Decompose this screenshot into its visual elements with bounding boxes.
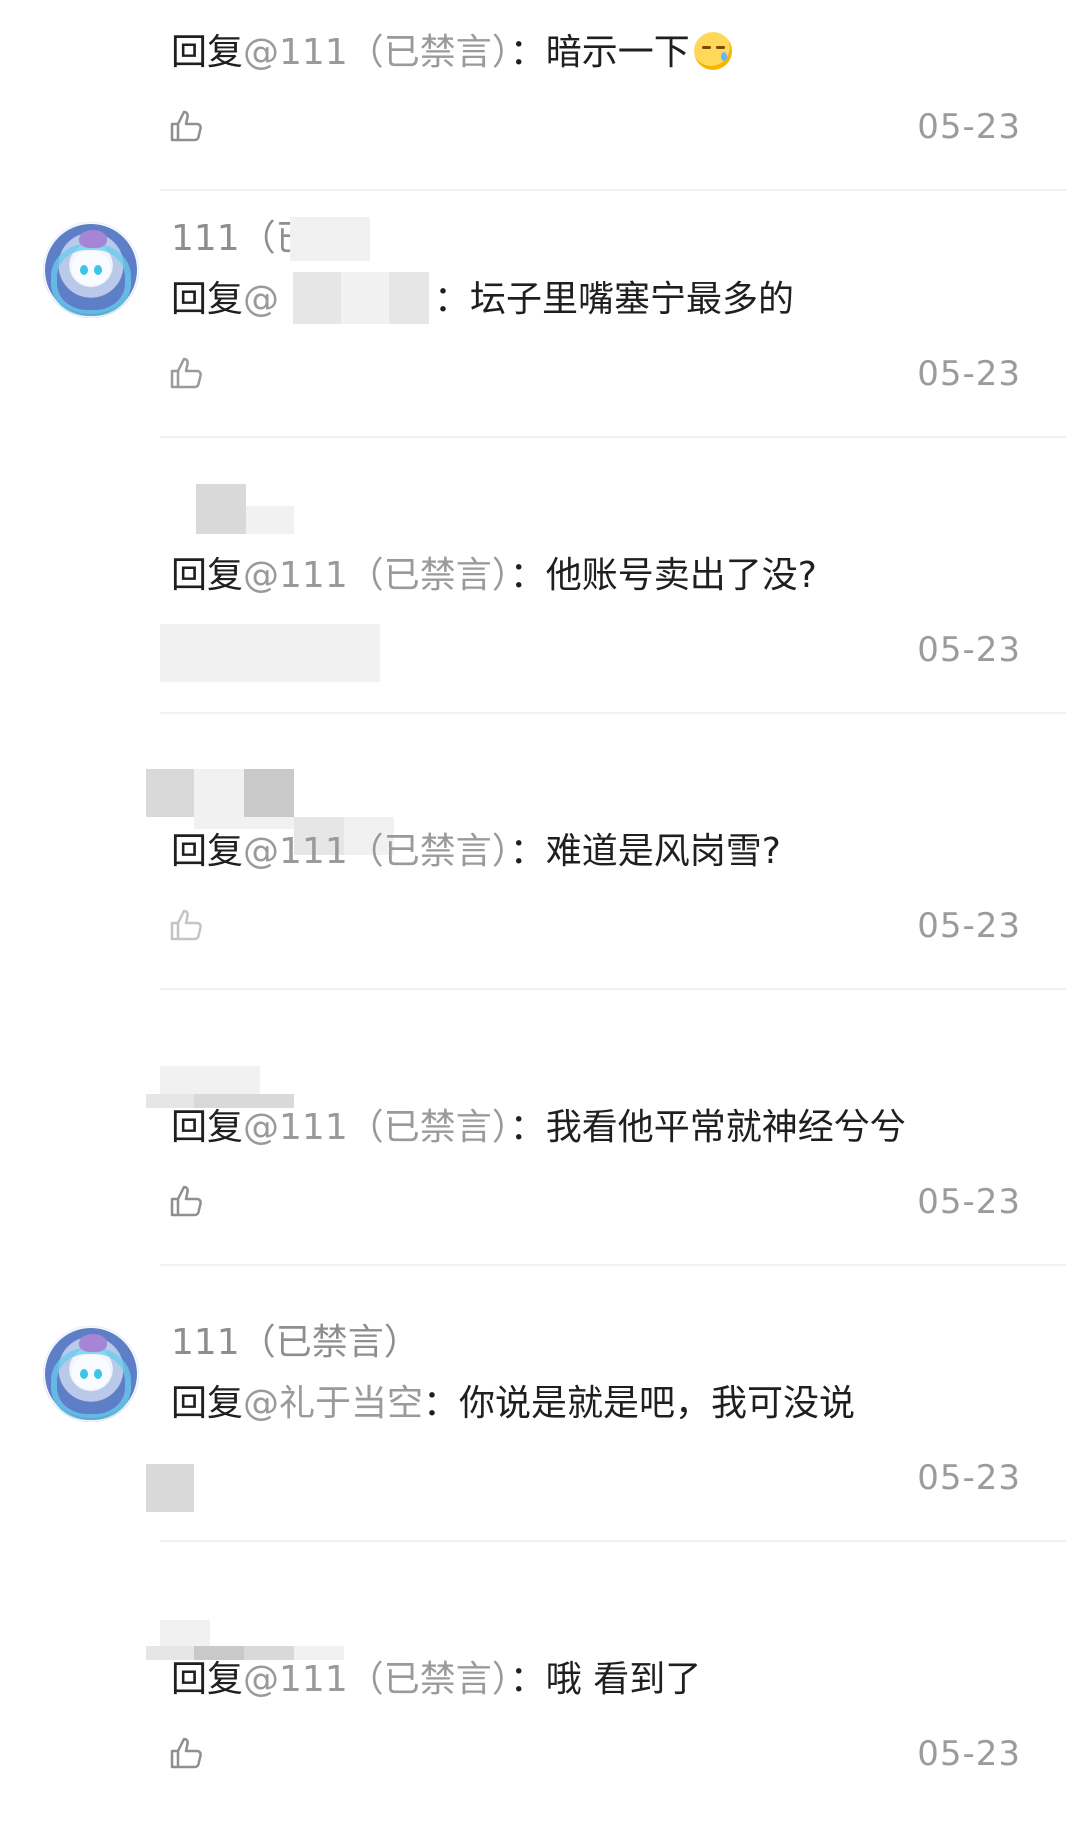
- comment-text: 暗示一下: [545, 32, 690, 73]
- divider: [160, 712, 1066, 714]
- comment-item: 回复@111（已禁言）：哦 看到了 05-23: [0, 1570, 1078, 1828]
- divider: [160, 1540, 1066, 1542]
- mention-link[interactable]: @111（已禁言）: [243, 32, 510, 73]
- like-icon[interactable]: [166, 905, 206, 945]
- mosaic-redaction: [244, 769, 294, 817]
- comment-date: 05-23: [917, 1182, 1021, 1222]
- reply-line: 回复@ ：坛子里嘴塞宁最多的: [171, 278, 794, 322]
- reply-prefix: 回复: [171, 831, 244, 872]
- reply-line: 回复@111（已禁言）：暗示一下: [171, 31, 732, 75]
- reply-prefix: 回复: [171, 555, 244, 596]
- mosaic-redaction: [290, 217, 370, 261]
- comment-text: 他账号卖出了没?: [545, 555, 817, 596]
- comment-item: 回复@111（已禁言）：他账号卖出了没? 05-23: [0, 466, 1078, 748]
- reply-colon: ：: [509, 32, 546, 73]
- mosaic-redaction: [341, 272, 389, 324]
- mention-link[interactable]: @111（已禁言）: [243, 1107, 510, 1148]
- like-icon[interactable]: [166, 1181, 206, 1221]
- comment-date: 05-23: [917, 1458, 1021, 1498]
- reply-colon: ：: [434, 279, 471, 320]
- comment-text: 我看他平常就神经兮兮: [545, 1107, 906, 1148]
- mosaic-redaction: [160, 1620, 210, 1646]
- mosaic-redaction: [246, 506, 294, 534]
- comment-text: 难道是风岗雪?: [545, 831, 781, 872]
- reply-colon: ：: [509, 555, 546, 596]
- reply-prefix: 回复: [171, 1107, 244, 1148]
- reply-line: 回复@111（已禁言）：哦 看到了: [171, 1658, 701, 1702]
- comment-date: 05-23: [917, 107, 1021, 147]
- mosaic-redaction: [389, 272, 429, 324]
- comment-text: 坛子里嘴塞宁最多的: [470, 279, 795, 320]
- reply-line: 回复@礼于当空：你说是就是吧，我可没说: [171, 1382, 855, 1426]
- mosaic-redaction: [293, 272, 341, 324]
- comment-date: 05-23: [917, 1734, 1021, 1774]
- reply-prefix: 回复: [171, 1659, 244, 1700]
- divider: [160, 436, 1066, 438]
- comment-item: 111（已禁 回复@ ：坛子里嘴塞宁最多的 05-23: [0, 190, 1078, 472]
- mosaic-redaction: [160, 1066, 260, 1094]
- reply-line: 回复@111（已禁言）：我看他平常就神经兮兮: [171, 1106, 906, 1150]
- comment-text: 哦 看到了: [545, 1659, 702, 1700]
- like-icon[interactable]: [166, 353, 206, 393]
- comment-date: 05-23: [917, 906, 1021, 946]
- divider: [160, 988, 1066, 990]
- reply-colon: ：: [509, 1107, 546, 1148]
- reply-line: 回复@111（已禁言）：他账号卖出了没?: [171, 554, 817, 598]
- mention-link[interactable]: @111（已禁言）: [243, 555, 510, 596]
- mosaic-redaction: [146, 1464, 194, 1512]
- like-icon[interactable]: [166, 1733, 206, 1773]
- mosaic-redaction: [196, 484, 246, 534]
- mention-link[interactable]: @111（已禁言）: [243, 831, 510, 872]
- reply-prefix: 回复: [171, 1383, 244, 1424]
- divider: [160, 1264, 1066, 1266]
- user-avatar[interactable]: [43, 1326, 139, 1422]
- comment-text: 你说是就是吧，我可没说: [459, 1383, 856, 1424]
- comment-item: 111（已禁言） 回复@礼于当空：你说是就是吧，我可没说 05-23: [0, 1294, 1078, 1576]
- user-avatar[interactable]: [43, 222, 139, 318]
- mention-link[interactable]: @111（已禁言）: [243, 1659, 510, 1700]
- like-icon[interactable]: [166, 106, 206, 146]
- reply-prefix: 回复: [171, 279, 244, 320]
- reply-colon: ：: [509, 831, 546, 872]
- comment-date: 05-23: [917, 354, 1021, 394]
- mention-link[interactable]: @: [243, 279, 279, 320]
- mosaic-redaction: [194, 817, 294, 829]
- mention-link[interactable]: @礼于当空: [243, 1383, 423, 1424]
- mosaic-redaction: [146, 769, 194, 817]
- reply-colon: ：: [423, 1383, 460, 1424]
- reply-line: 回复@111（已禁言）：难道是风岗雪?: [171, 830, 781, 874]
- sleepy-face-emoji-icon: [693, 32, 732, 70]
- comment-thread: 回复@111（已禁言）：暗示一下 05-23 111（已禁 回复@ ：坛子里嘴塞宁…: [0, 0, 1078, 1828]
- reply-prefix: 回复: [171, 32, 244, 73]
- mosaic-redaction: [194, 769, 244, 817]
- user-name[interactable]: 111（已禁言）: [171, 1321, 420, 1365]
- comment-item: 回复@111（已禁言）：我看他平常就神经兮兮 05-23: [0, 1018, 1078, 1300]
- comment-date: 05-23: [917, 630, 1021, 670]
- mosaic-redaction: [160, 624, 380, 682]
- reply-colon: ：: [509, 1659, 546, 1700]
- comment-item: 回复@111（已禁言）：难道是风岗雪? 05-23: [0, 742, 1078, 1024]
